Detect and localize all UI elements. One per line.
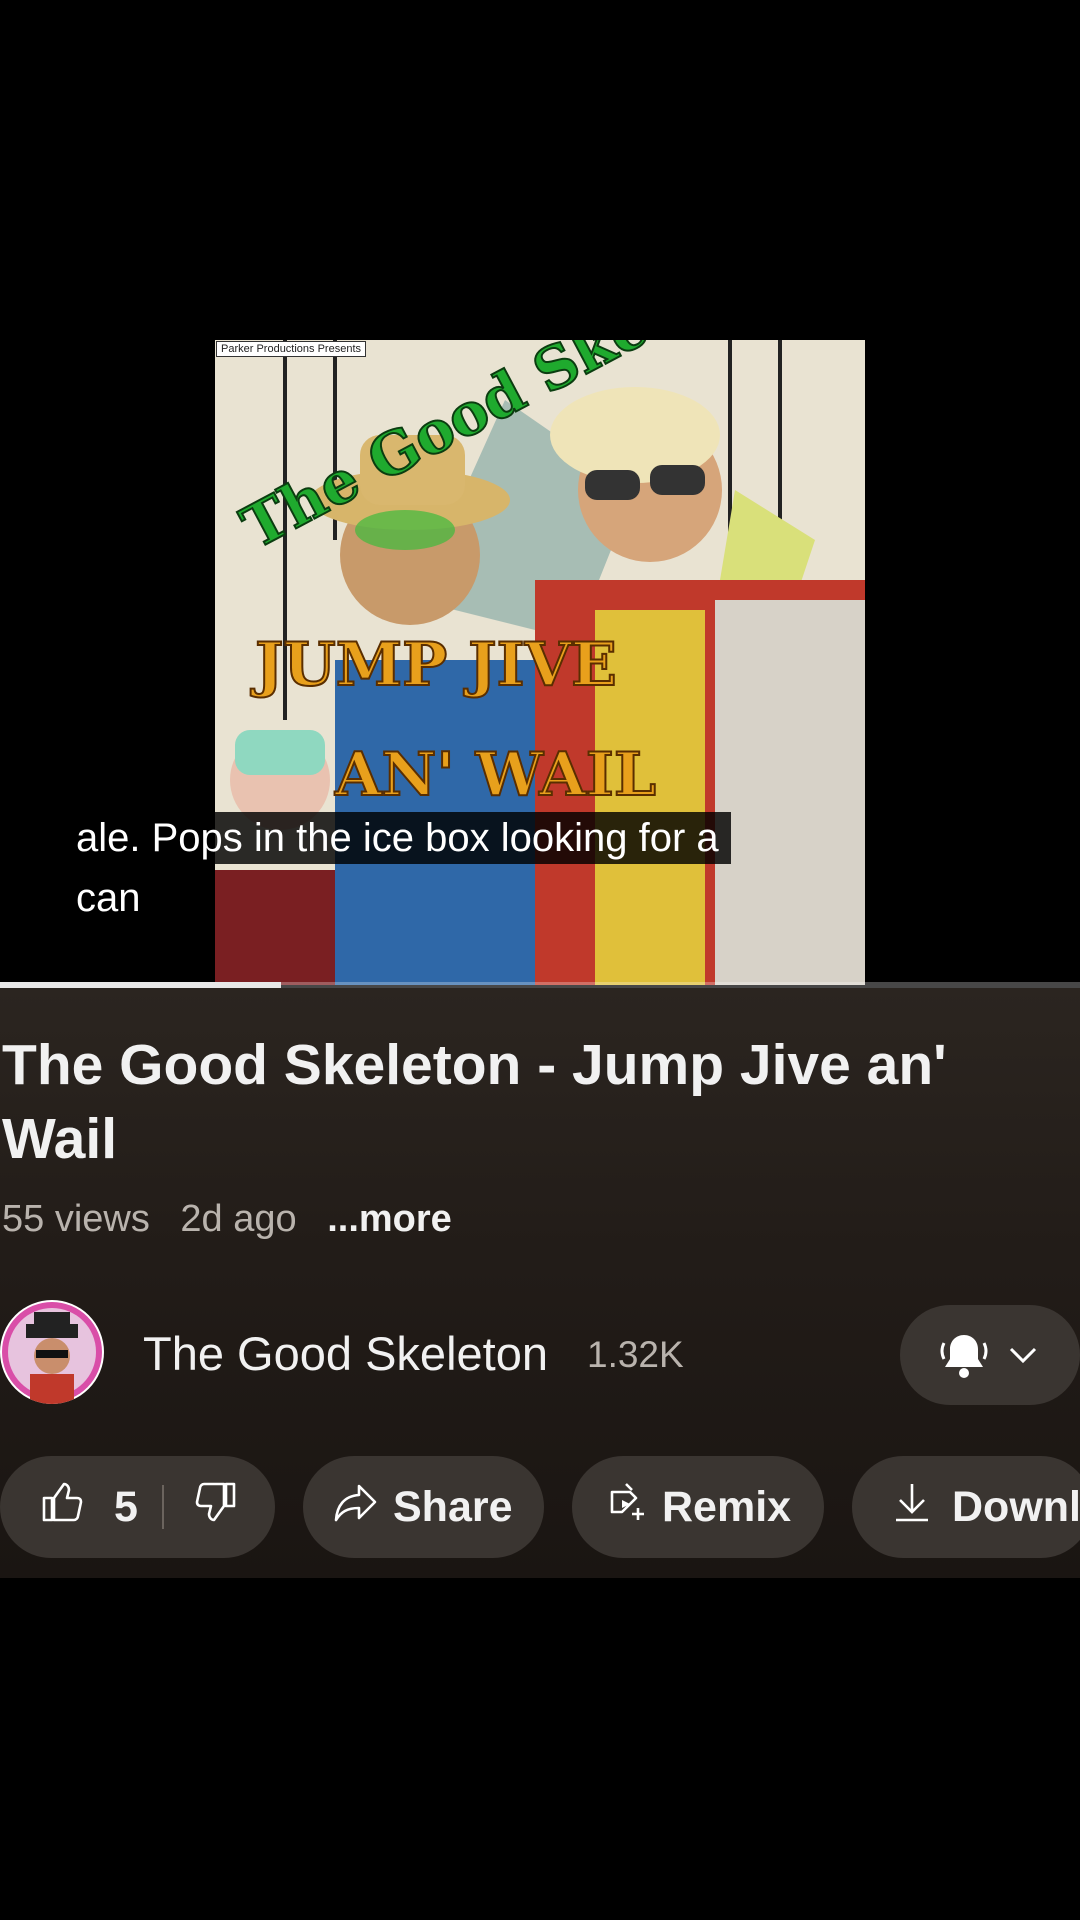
download-button[interactable]: Downl <box>852 1456 1080 1558</box>
more-link[interactable]: ...more <box>327 1198 452 1240</box>
caption-line-1: ale. Pops in the ice box looking for a <box>64 812 731 864</box>
video-meta[interactable]: 55 views 2d ago ...more <box>2 1198 452 1241</box>
channel-name[interactable]: The Good Skeleton <box>143 1326 548 1381</box>
bell-ringing-icon <box>938 1329 990 1386</box>
share-button[interactable]: Share <box>303 1456 544 1558</box>
video-player[interactable]: The Good Skeleton JUMP JIVE AN' WAIL Par… <box>0 0 1080 988</box>
closed-caption: ale. Pops in the ice box looking for a c… <box>64 808 824 928</box>
remix-icon <box>606 1480 650 1535</box>
thumbs-down-icon[interactable] <box>194 1480 238 1535</box>
action-bar: 5 Share Remix Downl <box>0 1456 1080 1560</box>
album-title-line1: JUMP JIVE <box>250 630 617 700</box>
video-title[interactable]: The Good Skeleton - Jump Jive an' Wail <box>2 1028 1042 1176</box>
download-icon <box>892 1480 932 1535</box>
download-label: Downl <box>952 1482 1080 1531</box>
caption-line-2: can <box>64 872 153 924</box>
share-label: Share <box>393 1482 513 1531</box>
share-arrow-icon <box>333 1482 379 1533</box>
like-dislike-group: 5 <box>0 1456 275 1558</box>
notification-button[interactable] <box>900 1305 1080 1405</box>
channel-row[interactable]: The Good Skeleton 1.32K <box>0 1300 1080 1410</box>
subscriber-count: 1.32K <box>587 1334 684 1375</box>
album-credit: Parker Productions Presents <box>216 341 367 357</box>
thumbs-up-icon[interactable] <box>40 1480 84 1535</box>
like-divider <box>161 1485 164 1529</box>
remix-label: Remix <box>662 1482 792 1531</box>
view-count: 55 views <box>2 1198 150 1240</box>
like-count[interactable]: 5 <box>114 1483 138 1532</box>
chevron-down-icon <box>1007 1341 1039 1374</box>
album-title-line2: AN' WAIL <box>334 740 656 810</box>
avatar[interactable] <box>0 1300 104 1404</box>
remix-button[interactable]: Remix <box>572 1456 824 1558</box>
upload-age: 2d ago <box>180 1198 297 1240</box>
